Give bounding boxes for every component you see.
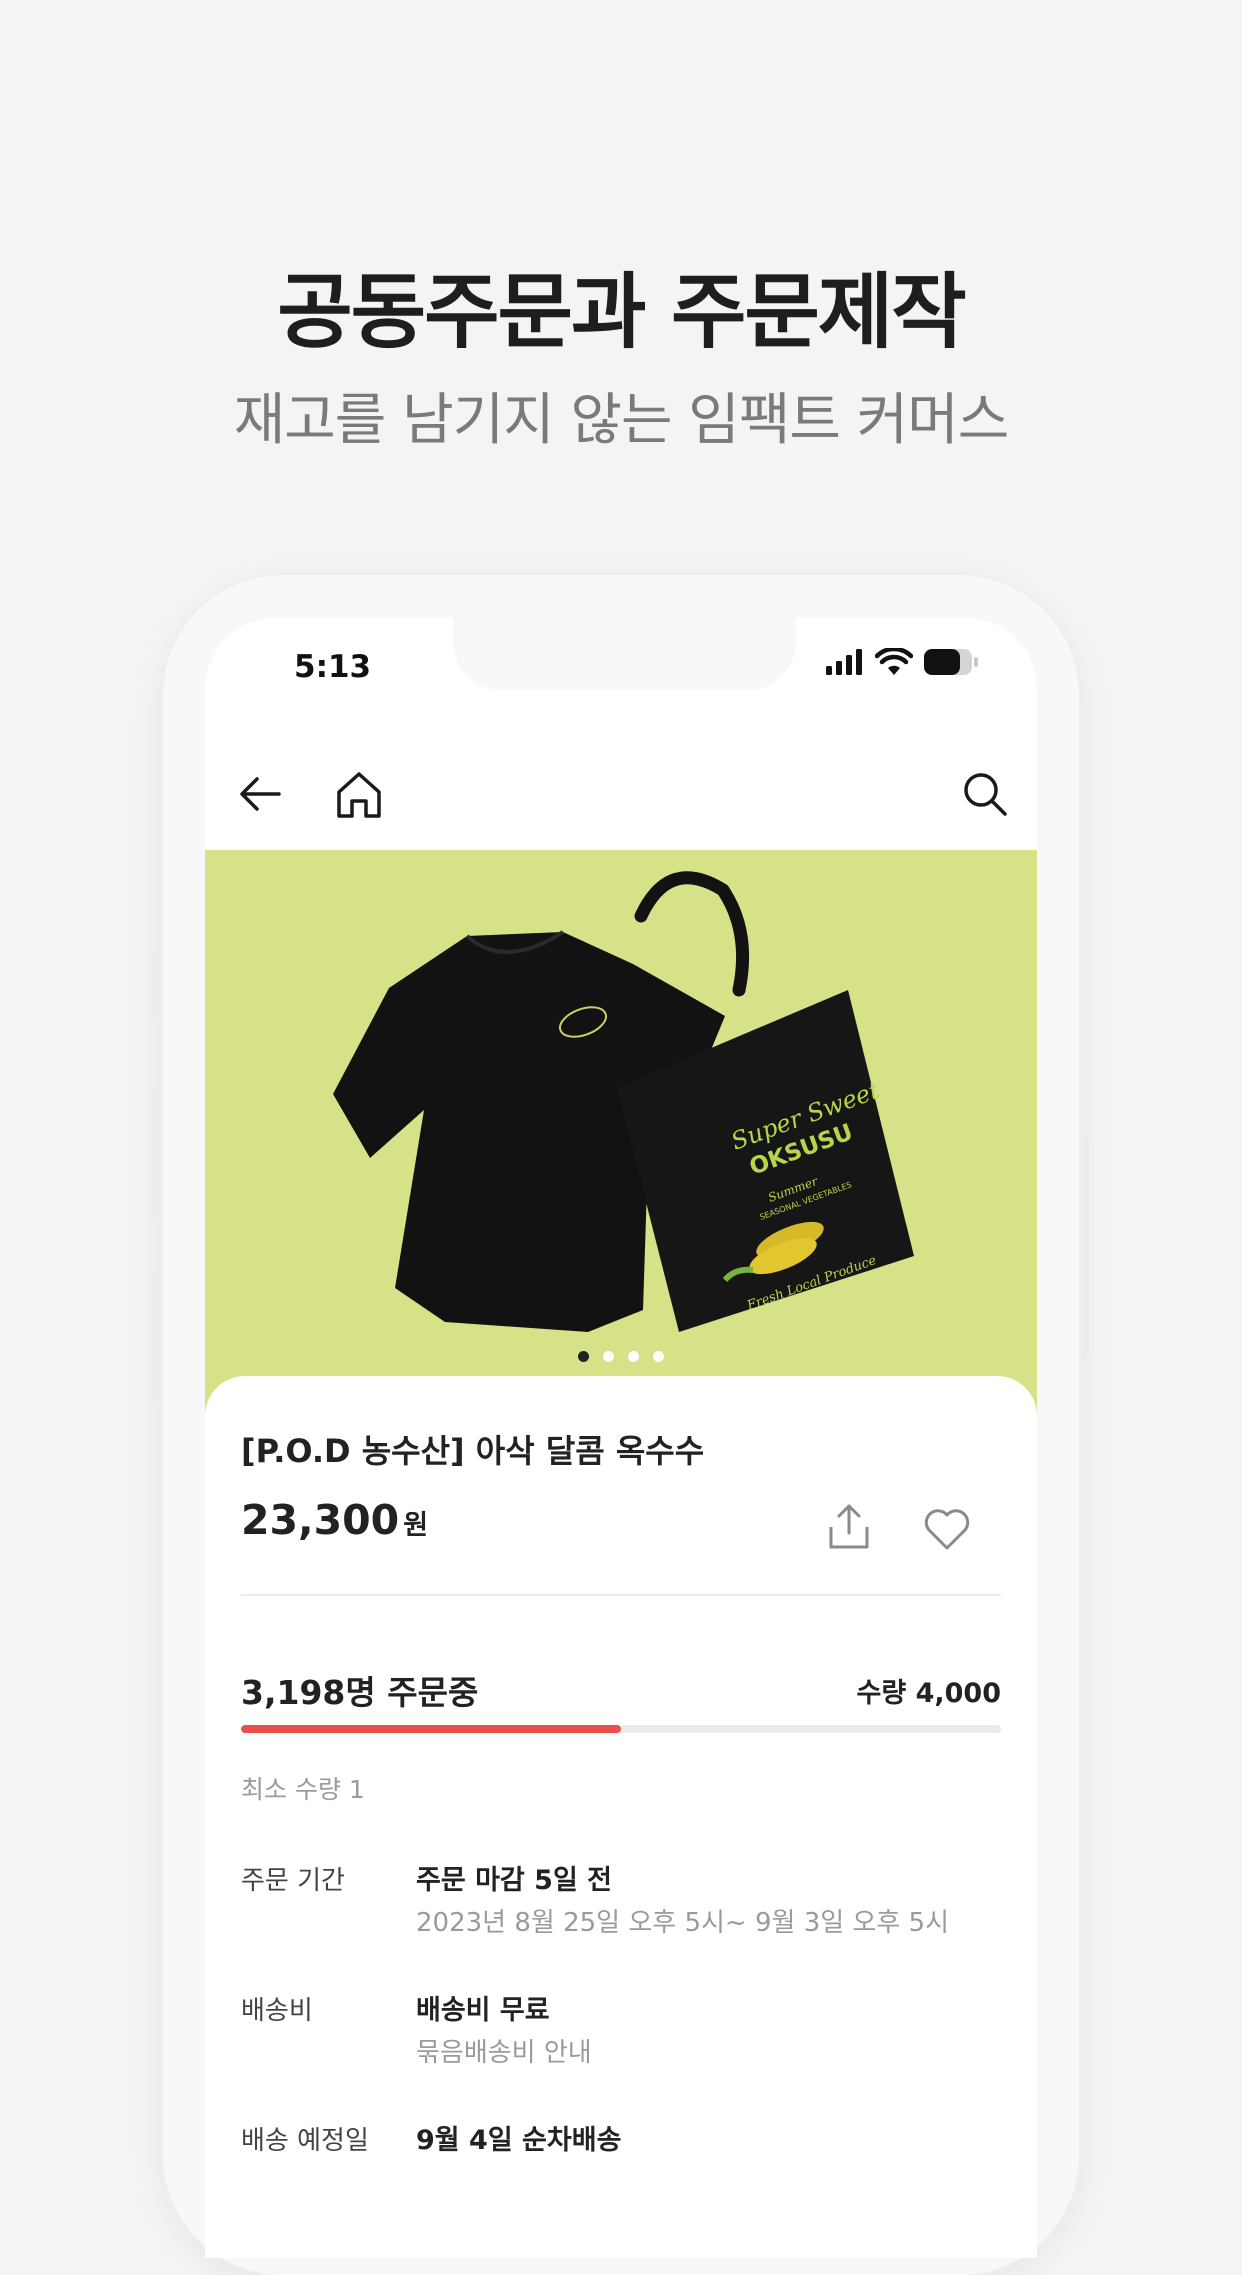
share-icon[interactable]	[823, 1501, 875, 1553]
order-period-value: 주문 마감 5일 전	[416, 1865, 613, 1896]
status-icons	[825, 648, 979, 676]
order-period-dates: 2023년 8월 25일 오후 5시~ 9월 3일 오후 5시	[416, 1908, 949, 1938]
phone-screen: 5:13 Super Sweet OKSUSU Summer SEASONAL …	[205, 618, 1037, 2258]
product-detail-card: [P.O.D 농수산] 아삭 달콤 옥수수 23,300 원 3,198명 주문중…	[205, 1376, 1037, 2258]
phone-side-button	[153, 1272, 161, 1404]
shipping-fee-value: 배송비 무료	[416, 1995, 550, 2026]
ordering-count: 3,198명 주문중	[241, 1673, 479, 1712]
product-title: [P.O.D 농수산] 아삭 달콤 옥수수	[241, 1432, 705, 1470]
promo-subheadline: 재고를 남기지 않는 임팩트 커머스	[233, 388, 1009, 453]
signal-icon	[826, 649, 862, 675]
home-icon[interactable]	[331, 766, 387, 822]
price-value: 23,300	[241, 1496, 400, 1544]
promo-headline: 공동주문과 주문제작	[277, 265, 967, 360]
target-quantity: 수량 4,000	[856, 1678, 1001, 1709]
carousel-dot[interactable]	[628, 1351, 639, 1362]
order-progress-bar	[241, 1725, 1001, 1733]
product-price: 23,300 원	[241, 1496, 428, 1544]
phone-side-button	[153, 1088, 161, 1220]
delivery-date-label: 배송 예정일	[241, 2126, 369, 2156]
carousel-dot[interactable]	[603, 1351, 614, 1362]
phone-side-button	[153, 952, 161, 1018]
search-icon[interactable]	[957, 766, 1013, 822]
carousel-indicator	[205, 1351, 1037, 1362]
divider	[241, 1594, 1001, 1596]
product-photo: Super Sweet OKSUSU Summer SEASONAL VEGET…	[333, 871, 914, 1332]
shipping-fee-label: 배송비	[241, 1996, 313, 2026]
delivery-date-value: 9월 4일 순차배송	[416, 2125, 622, 2156]
status-time: 5:13	[294, 649, 372, 685]
battery-icon	[924, 649, 978, 675]
minimum-quantity: 최소 수량 1	[241, 1775, 365, 1804]
order-period-label: 주문 기간	[241, 1866, 345, 1896]
carousel-dot[interactable]	[578, 1351, 589, 1362]
order-progress-fill	[241, 1725, 621, 1733]
carousel-dot[interactable]	[653, 1351, 664, 1362]
price-unit: 원	[403, 1510, 429, 1541]
tote-handle	[634, 871, 750, 997]
back-arrow-icon[interactable]	[233, 766, 289, 822]
top-navigation	[205, 748, 1037, 858]
phone-side-button	[1081, 1136, 1089, 1356]
phone-notch	[453, 618, 796, 690]
product-image-carousel[interactable]: Super Sweet OKSUSU Summer SEASONAL VEGET…	[205, 850, 1037, 1430]
wifi-icon	[875, 648, 913, 675]
heart-icon[interactable]	[921, 1503, 973, 1555]
bundle-shipping-link[interactable]: 묶음배송비 안내	[416, 2032, 592, 2069]
